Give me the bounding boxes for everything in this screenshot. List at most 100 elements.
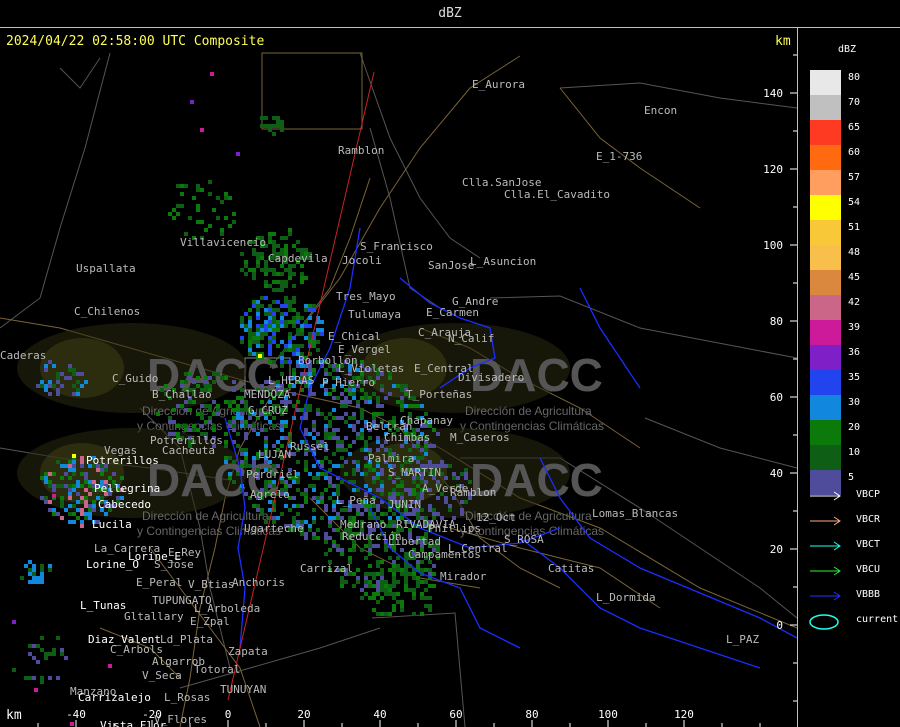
echo-cell bbox=[376, 600, 380, 604]
echo-cell bbox=[316, 496, 320, 500]
echo-cell bbox=[252, 252, 256, 256]
echo-cell bbox=[448, 508, 452, 512]
echo-cell bbox=[84, 476, 88, 480]
echo-cell bbox=[80, 496, 84, 500]
echo-cell bbox=[232, 388, 236, 392]
echo-cell bbox=[340, 548, 344, 552]
echo-cell bbox=[344, 580, 348, 584]
watermark-line1: Dirección de Agricultura bbox=[142, 509, 269, 523]
echo-cell bbox=[428, 460, 432, 464]
echo-cell bbox=[104, 468, 108, 472]
echo-cell bbox=[380, 472, 384, 476]
echo-cell bbox=[372, 468, 376, 472]
echo-cell bbox=[236, 152, 240, 156]
echo-cell bbox=[256, 336, 260, 340]
echo-cell bbox=[180, 204, 184, 208]
echo-cell bbox=[300, 272, 304, 276]
echo-cell bbox=[44, 364, 48, 368]
echo-cell bbox=[280, 128, 284, 132]
echo-cell bbox=[384, 612, 388, 616]
echo-cell bbox=[316, 328, 320, 332]
echo-cell bbox=[236, 432, 240, 436]
echo-cell bbox=[172, 420, 176, 424]
place-label: Lomas_Blancas bbox=[592, 507, 678, 520]
echo-cell bbox=[264, 312, 268, 316]
echo-cell bbox=[260, 256, 264, 260]
place-label: L_Asuncion bbox=[470, 255, 536, 268]
echo-cell bbox=[268, 336, 272, 340]
radar-map-panel[interactable]: DACCDirección de Agriculturay Contingenc… bbox=[0, 28, 798, 727]
echo-cell bbox=[44, 368, 48, 372]
echo-cell bbox=[288, 308, 292, 312]
echo-cell bbox=[424, 588, 428, 592]
echo-cell bbox=[308, 484, 312, 488]
echo-cell bbox=[352, 396, 356, 400]
echo-cell bbox=[364, 444, 368, 448]
echo-cell bbox=[256, 324, 260, 328]
echo-cell bbox=[40, 568, 44, 572]
echo-cell bbox=[392, 384, 396, 388]
echo-cell bbox=[328, 392, 332, 396]
echo-cell bbox=[276, 300, 280, 304]
echo-cell bbox=[340, 456, 344, 460]
echo-cell bbox=[332, 452, 336, 456]
echo-cell bbox=[352, 472, 356, 476]
echo-cell bbox=[52, 648, 56, 652]
echo-cell bbox=[396, 568, 400, 572]
echo-cell bbox=[276, 440, 280, 444]
echo-cell bbox=[60, 652, 64, 656]
radar-map[interactable]: DACCDirección de Agriculturay Contingenc… bbox=[0, 28, 797, 727]
echo-cell bbox=[68, 364, 72, 368]
echo-cell bbox=[288, 300, 292, 304]
echo-cell bbox=[412, 512, 416, 516]
echo-cell bbox=[340, 440, 344, 444]
echo-cell bbox=[272, 272, 276, 276]
echo-cell bbox=[268, 328, 272, 332]
echo-cell bbox=[96, 468, 100, 472]
echo-cell bbox=[228, 420, 232, 424]
echo-cell bbox=[236, 416, 240, 420]
echo-cell bbox=[400, 484, 404, 488]
echo-cell bbox=[332, 484, 336, 488]
echo-cell bbox=[304, 304, 308, 308]
echo-cell bbox=[240, 252, 244, 256]
echo-cell bbox=[240, 448, 244, 452]
echo-cell bbox=[268, 316, 272, 320]
echo-cell bbox=[60, 372, 64, 376]
echo-cell bbox=[84, 488, 88, 492]
echo-cell bbox=[348, 400, 352, 404]
echo-cell bbox=[304, 468, 308, 472]
echo-cell bbox=[76, 480, 80, 484]
echo-cell bbox=[420, 612, 424, 616]
echo-cell bbox=[276, 328, 280, 332]
echo-cell bbox=[376, 588, 380, 592]
echo-cell bbox=[268, 420, 272, 424]
echo-cell bbox=[416, 576, 420, 580]
echo-cell bbox=[188, 372, 192, 376]
y-tick-label: 140 bbox=[763, 87, 783, 100]
echo-cell bbox=[256, 328, 260, 332]
echo-cell bbox=[268, 236, 272, 240]
echo-cell bbox=[388, 516, 392, 520]
echo-cell bbox=[316, 472, 320, 476]
echo-cell bbox=[280, 340, 284, 344]
legend-line-label: VBCP bbox=[856, 489, 881, 500]
echo-cell bbox=[284, 320, 288, 324]
echo-cell bbox=[296, 488, 300, 492]
echo-cell bbox=[232, 380, 236, 384]
echo-cell bbox=[308, 308, 312, 312]
echo-cell bbox=[268, 348, 272, 352]
echo-cell bbox=[48, 484, 52, 488]
x-tick-label: 40 bbox=[373, 708, 386, 721]
echo-cell bbox=[332, 408, 336, 412]
echo-cell bbox=[260, 296, 264, 300]
echo-cell bbox=[244, 436, 248, 440]
place-label: Divisadero bbox=[458, 371, 524, 384]
y-tick-label: 20 bbox=[770, 543, 783, 556]
echo-cell bbox=[272, 280, 276, 284]
echo-cell bbox=[348, 452, 352, 456]
echo-cell bbox=[240, 420, 244, 424]
echo-cell bbox=[68, 496, 72, 500]
echo-cell bbox=[404, 568, 408, 572]
echo-cell bbox=[72, 468, 76, 472]
